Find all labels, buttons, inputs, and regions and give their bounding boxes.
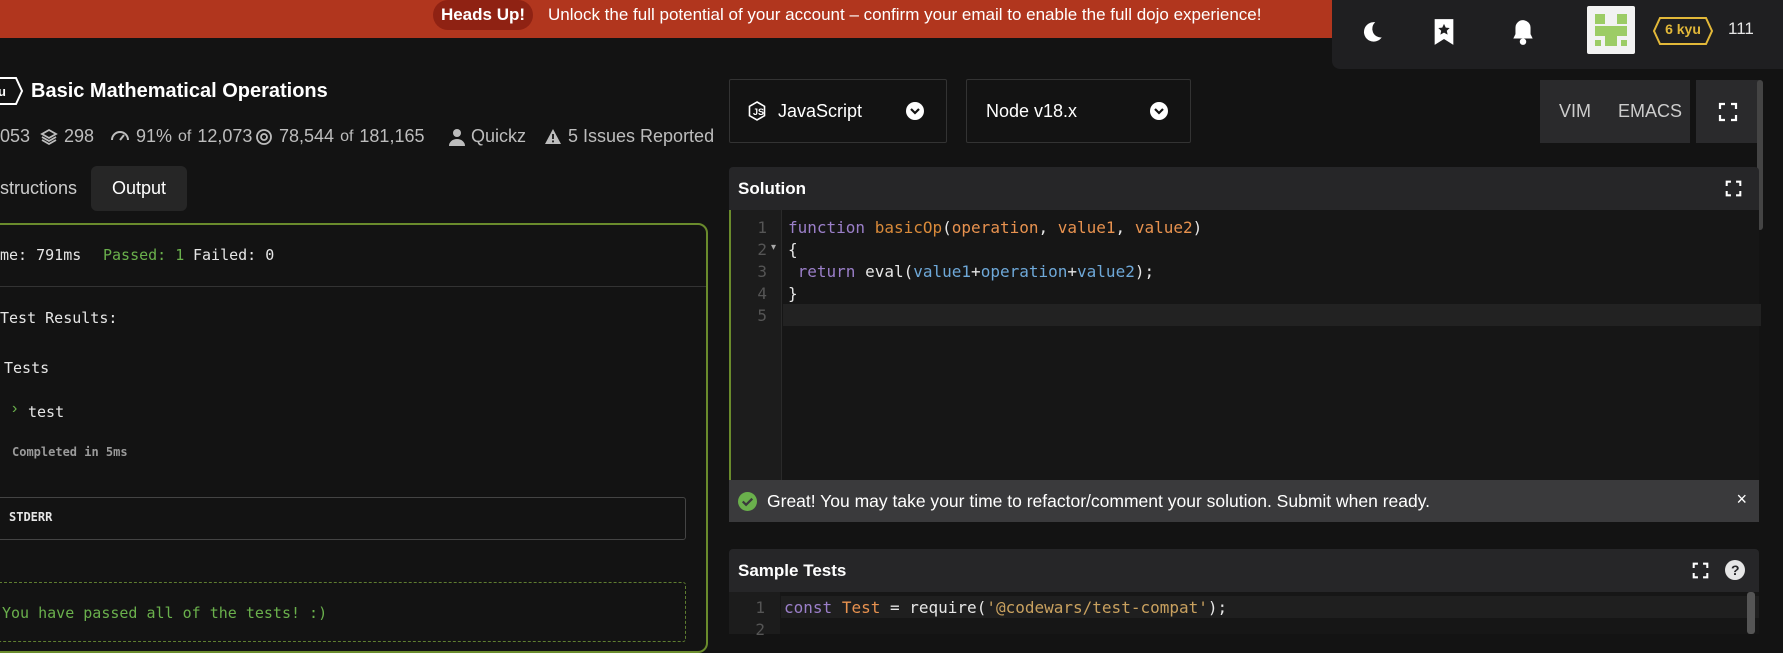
completed-time: Completed in 5ms — [12, 445, 128, 459]
bell-icon[interactable] — [1505, 14, 1541, 50]
code-line: return eval(value1+operation+value2); — [797, 262, 1155, 281]
alert-message: Great! You may take your time to refacto… — [767, 490, 1431, 511]
success-alert: Great! You may take your time to refacto… — [729, 480, 1759, 522]
banner-message[interactable]: Unlock the full potential of your accoun… — [548, 4, 1261, 26]
chevron-right-icon[interactable]: › — [12, 400, 17, 418]
sample-tests-editor[interactable]: 1 2 const Test = require('@codewars/test… — [729, 592, 1759, 639]
solution-title: Solution — [738, 179, 806, 198]
expand-icon[interactable] — [1725, 180, 1742, 197]
run-time: me: 791ms — [0, 246, 82, 264]
honor-count: 111 — [1728, 19, 1754, 38]
expand-icon[interactable] — [1692, 562, 1709, 579]
stat-collections: 298 — [40, 126, 94, 147]
test-item[interactable]: test — [28, 403, 64, 421]
divider — [0, 286, 706, 287]
emacs-mode-button[interactable]: EMACS — [1610, 80, 1690, 143]
pass-message: You have passed all of the tests! :) — [2, 604, 328, 622]
stat-satisfaction: 91% of 12,073 — [110, 126, 252, 147]
language-label: JavaScript — [778, 100, 863, 121]
user-icon — [449, 128, 465, 146]
nodejs-icon: JS — [748, 101, 766, 121]
test-group[interactable]: Tests — [4, 359, 49, 377]
stat-count-partial: 053 — [0, 126, 31, 146]
check-circle-icon — [738, 491, 757, 511]
chevron-down-icon — [906, 102, 924, 120]
kata-rank-badge: u — [0, 77, 24, 105]
tab-output[interactable]: Output — [91, 166, 187, 211]
chevron-down-icon — [1150, 102, 1168, 120]
warning-icon — [545, 129, 561, 144]
stderr-label: STDERR — [9, 510, 53, 524]
stat-completed: 78,544 of 181,165 — [255, 126, 424, 147]
target-icon — [256, 128, 272, 145]
line-number: 1 — [755, 598, 765, 617]
close-icon[interactable]: × — [1736, 489, 1747, 510]
code-line: { — [788, 240, 798, 259]
stat-author[interactable]: Quickz — [449, 126, 526, 147]
sample-tests-title: Sample Tests — [738, 561, 847, 580]
svg-text:?: ? — [1731, 562, 1740, 578]
code-line: } — [788, 284, 798, 303]
line-number: 3 — [757, 262, 767, 281]
svg-text:JS: JS — [753, 107, 764, 117]
kata-title: Basic Mathematical Operations — [31, 80, 328, 102]
active-line — [783, 304, 1761, 326]
line-number: 2 — [757, 240, 767, 259]
moon-icon[interactable] — [1354, 14, 1390, 50]
code-line: const Test = require('@codewars/test-com… — [784, 598, 1228, 617]
line-number: 4 — [757, 284, 767, 303]
stat-issues[interactable]: 5 Issues Reported — [544, 126, 714, 147]
language-select[interactable]: JS JavaScript — [729, 79, 947, 143]
bookmark-star-icon[interactable] — [1426, 14, 1462, 50]
solution-editor[interactable]: 1 2 ▾ 3 4 5 function basicOp(operation, … — [729, 210, 1761, 480]
top-nav — [1332, 0, 1783, 69]
help-icon[interactable]: ? — [1725, 560, 1745, 580]
fullscreen-button[interactable] — [1696, 80, 1759, 143]
stderr-box[interactable] — [0, 497, 686, 540]
runtime-select[interactable]: Node v18.x — [966, 79, 1191, 143]
heads-up-badge: Heads Up! — [433, 0, 533, 30]
line-number: 5 — [757, 306, 767, 325]
code-line: function basicOp(operation, value1, valu… — [788, 218, 1203, 237]
svg-text:u: u — [0, 84, 6, 99]
passed-count: Passed: 1 — [103, 246, 185, 264]
tab-instructions[interactable]: structions — [0, 166, 84, 211]
kyu-rank-label: 6 kyu — [1665, 21, 1701, 37]
failed-count: Failed: 0 — [193, 246, 275, 264]
stack-icon — [40, 128, 58, 145]
vim-mode-button[interactable]: VIM — [1540, 80, 1610, 143]
runtime-label: Node v18.x — [986, 100, 1078, 121]
line-number: 1 — [757, 218, 767, 237]
line-number: 2 — [755, 620, 765, 639]
results-heading: Test Results: — [0, 309, 118, 327]
fold-arrow-icon[interactable]: ▾ — [771, 242, 776, 253]
sample-tests-header: Sample Tests ? — [729, 549, 1759, 592]
satisfaction-icon — [111, 130, 129, 141]
expand-icon — [1718, 102, 1737, 121]
editor-scrollbar[interactable] — [1747, 592, 1755, 634]
solution-header: Solution — [729, 167, 1759, 210]
avatar[interactable] — [1587, 6, 1635, 54]
